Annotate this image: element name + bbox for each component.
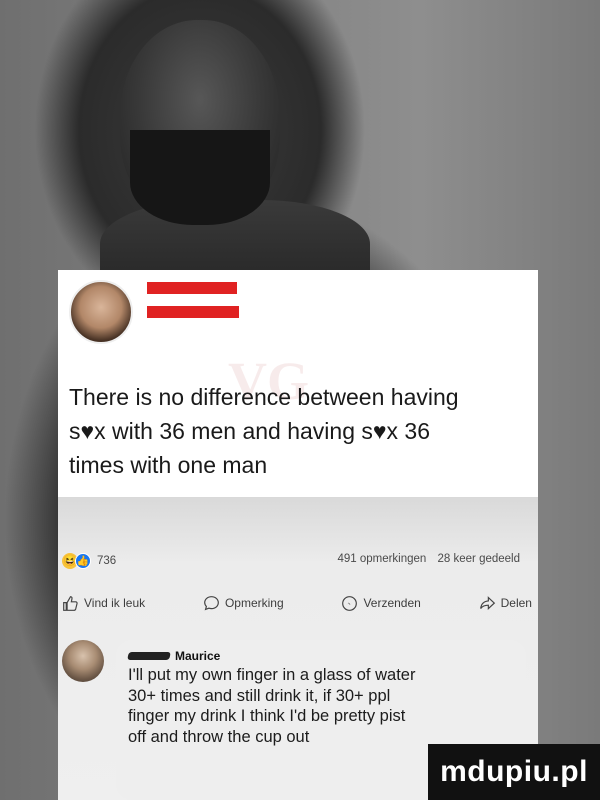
post-text: There is no difference between having s♥… [69, 380, 529, 482]
comment-text-line: I'll put my own finger in a glass of wat… [128, 666, 416, 684]
post-stats-bar: 😆 👍 736 491 opmerkingen 28 keer gedeeld [62, 553, 532, 573]
site-logo: mdupiu.pl [428, 744, 600, 800]
commenter-last-name: Maurice [175, 649, 221, 663]
send-button[interactable]: Verzenden [341, 593, 421, 613]
post-text-line: There is no difference between having [69, 384, 459, 410]
speech-bubble-icon [204, 595, 219, 610]
share-label: Delen [500, 596, 532, 610]
redacted-handle-bar [147, 306, 239, 318]
commenter-name[interactable]: Maurice [127, 649, 221, 663]
reaction-count: 736 [97, 555, 117, 567]
comment-text-line: finger my drink I think I'd be pretty pi… [128, 707, 406, 725]
post-text-line: s♥x with 36 men and having s♥x 36 [69, 418, 431, 444]
send-label: Verzenden [363, 596, 421, 610]
comment-label: Opmerking [224, 596, 284, 610]
comment-text-line: 30+ times and still drink it, if 30+ ppl [128, 686, 391, 705]
thumbs-up-icon [63, 595, 78, 611]
comment-text: I'll put my own finger in a glass of wat… [128, 665, 508, 747]
post-text-line: times with one man [69, 452, 268, 478]
commenter-avatar[interactable] [62, 640, 104, 682]
share-arrow-icon [479, 595, 495, 610]
like-reaction-icon: 👍 [75, 553, 91, 569]
like-button[interactable]: Vind ik leuk [62, 593, 145, 613]
post-action-bar: Vind ik leuk Opmerking Verzenden Delen [62, 593, 532, 613]
redacted-name-bar [147, 282, 237, 294]
redacted-first-name [127, 652, 171, 660]
messenger-icon [342, 595, 358, 611]
reaction-summary[interactable]: 😆 👍 736 [62, 553, 116, 569]
comment-button[interactable]: Opmerking [203, 593, 284, 613]
post-screenshot-card: VG There is no difference between having… [58, 270, 538, 497]
shares-count-link[interactable]: 28 keer gedeeld [438, 553, 520, 565]
comments-count-link[interactable]: 491 opmerkingen [337, 553, 426, 565]
like-label: Vind ik leuk [84, 596, 146, 610]
meme-figure-beard [130, 130, 270, 225]
poster-avatar [69, 280, 133, 344]
share-button[interactable]: Delen [479, 593, 532, 613]
